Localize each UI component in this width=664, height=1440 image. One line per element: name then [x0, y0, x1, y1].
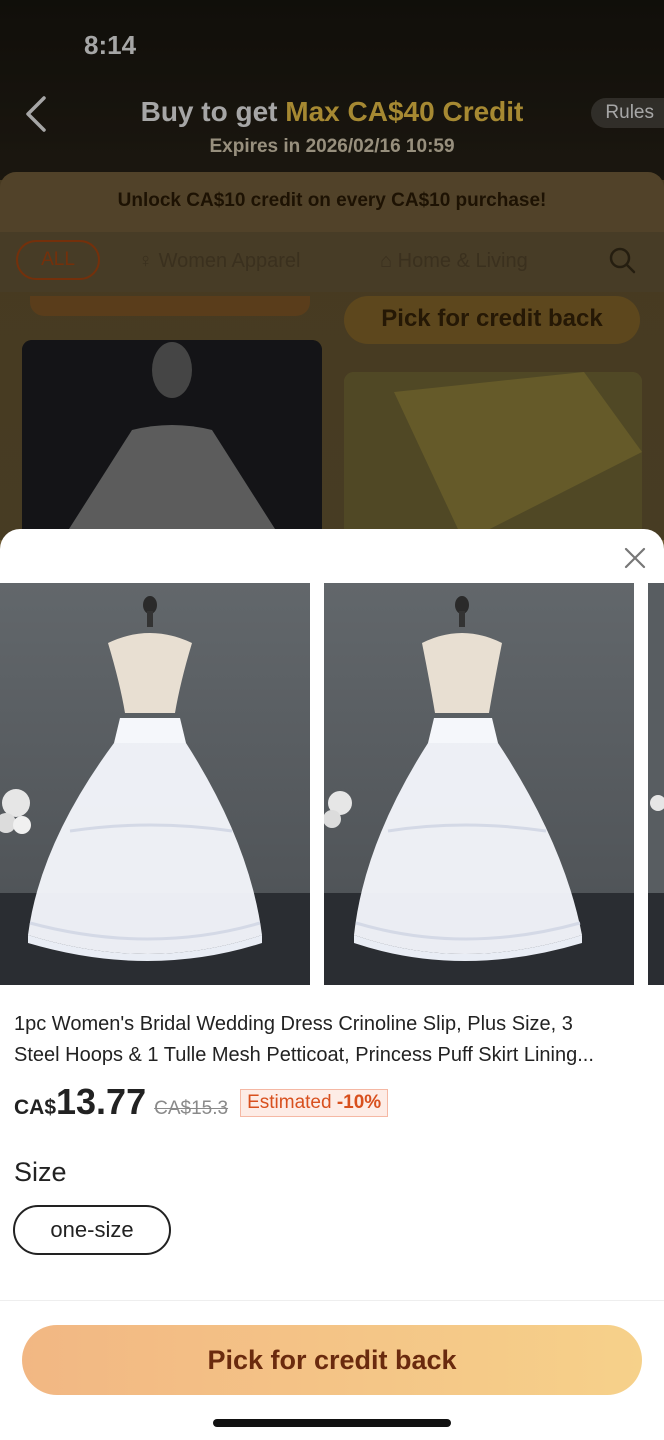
- home-indicator: [213, 1419, 451, 1427]
- petticoat-image: [648, 583, 664, 985]
- pick-for-credit-back-button[interactable]: Pick for credit back: [22, 1325, 642, 1395]
- price-row: CA$ 13.77 CA$15.3 Estimated -10%: [14, 1081, 389, 1122]
- product-image-back[interactable]: [324, 583, 634, 985]
- product-title-line: 1pc Women's Bridal Wedding Dress Crinoli…: [14, 1013, 573, 1035]
- petticoat-image: [0, 583, 310, 985]
- modal-backdrop[interactable]: [0, 0, 664, 540]
- product-title: 1pc Women's Bridal Wedding Dress Crinoli…: [14, 1009, 654, 1071]
- current-price: 13.77: [56, 1081, 147, 1122]
- petticoat-image: [324, 583, 634, 985]
- size-label: Size: [14, 1157, 67, 1187]
- product-title-line: Steel Hoops & 1 Tulle Mesh Petticoat, Pr…: [14, 1044, 594, 1066]
- estimated-discount: -10%: [336, 1092, 382, 1113]
- close-icon[interactable]: [620, 543, 650, 573]
- product-image-next[interactable]: [648, 583, 664, 985]
- estimated-label: Estimated: [247, 1092, 332, 1113]
- currency-symbol: CA$: [14, 1096, 57, 1119]
- size-option-one-size[interactable]: one-size: [13, 1205, 171, 1255]
- product-sheet: 1pc Women's Bridal Wedding Dress Crinoli…: [0, 529, 664, 1440]
- divider: [0, 1300, 664, 1301]
- estimated-discount-badge: Estimated -10%: [240, 1089, 389, 1117]
- original-price: CA$15.3: [154, 1098, 229, 1119]
- image-gallery[interactable]: [0, 583, 664, 985]
- product-image-front[interactable]: [0, 583, 310, 985]
